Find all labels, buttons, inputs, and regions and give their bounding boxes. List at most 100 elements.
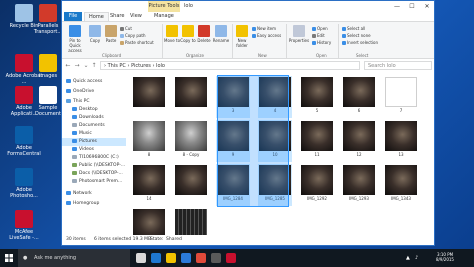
tab-file[interactable]: File xyxy=(64,12,82,21)
file-tile[interactable]: 7 xyxy=(384,76,418,118)
chrome-icon[interactable] xyxy=(196,253,206,263)
up-icon[interactable]: ↑ xyxy=(90,61,98,70)
file-tile[interactable]: 8 - Copy xyxy=(174,120,208,162)
file-name: 7 xyxy=(399,108,403,113)
file-tile[interactable]: 8 xyxy=(132,120,166,162)
desktop-icon[interactable]: Adobe Photosho... xyxy=(4,168,44,199)
history-button[interactable]: History xyxy=(312,40,331,46)
file-tile[interactable]: 11 xyxy=(300,120,334,162)
forward-icon[interactable]: → xyxy=(73,61,81,70)
minimize-button[interactable]: — xyxy=(390,1,404,12)
file-tile[interactable] xyxy=(174,76,208,118)
new-folder-button[interactable]: New folder xyxy=(234,25,250,48)
file-tile[interactable]: 6 xyxy=(342,76,376,118)
volume-icon[interactable]: ♪ xyxy=(415,255,418,261)
nav-item[interactable]: Photosmart Prem... xyxy=(62,178,126,186)
network-icon[interactable]: ▲ xyxy=(406,255,410,261)
status-item-count: 30 items xyxy=(66,237,86,242)
file-explorer-icon[interactable] xyxy=(166,253,176,263)
desktop-icon[interactable]: Adobe FormsCentral xyxy=(4,126,44,157)
select-none-icon xyxy=(342,34,346,38)
edge-icon[interactable] xyxy=(151,253,161,263)
paste-shortcut-button[interactable]: Paste shortcut xyxy=(120,40,154,46)
clock[interactable]: 3:10 PM 8/9/2015 xyxy=(430,249,460,267)
copy-path-icon xyxy=(120,34,124,38)
nav-item[interactable]: Documents xyxy=(62,122,126,130)
properties-button[interactable]: Properties xyxy=(288,25,310,43)
new-item-button[interactable]: New item xyxy=(252,26,276,32)
file-tile[interactable]: IMG_1293 xyxy=(342,164,376,206)
pin-quick-access-button[interactable]: Pin to Quick access xyxy=(64,25,86,53)
copy-path-button[interactable]: Copy path xyxy=(120,33,146,39)
nav-item-label: OneDrive xyxy=(73,89,95,94)
nav-item[interactable]: Public (\\DESKTOP-... xyxy=(62,162,126,170)
edit-button[interactable]: Edit xyxy=(312,33,325,39)
maximize-button[interactable]: ☐ xyxy=(405,1,419,12)
copy-icon xyxy=(89,25,101,37)
acrobat-icon[interactable] xyxy=(226,253,236,263)
tab-view[interactable]: View xyxy=(126,12,146,21)
marquee-selection xyxy=(217,75,289,207)
window-title: lolo xyxy=(184,3,193,9)
file-tile[interactable]: 5 xyxy=(300,76,334,118)
start-button[interactable] xyxy=(0,249,18,267)
back-icon[interactable]: ← xyxy=(64,61,72,70)
image-thumbnail xyxy=(175,77,207,107)
notifications-icon[interactable] xyxy=(464,249,474,267)
nav-item[interactable]: Network xyxy=(62,190,126,198)
nav-item-icon xyxy=(72,138,77,143)
open-button[interactable]: Open xyxy=(312,26,328,32)
tab-manage[interactable]: Manage xyxy=(150,12,178,21)
easy-access-button[interactable]: Easy access xyxy=(252,33,281,39)
nav-item[interactable]: OneDrive xyxy=(62,88,126,96)
paste-button[interactable]: Paste xyxy=(104,25,118,43)
nav-item-icon xyxy=(72,154,77,159)
nav-item[interactable]: Downloads xyxy=(62,114,126,122)
file-name: IMG_1343 xyxy=(391,196,411,201)
store-icon[interactable] xyxy=(181,253,191,263)
file-tile[interactable]: IMG_1292 xyxy=(300,164,334,206)
file-tile[interactable]: 14 xyxy=(132,164,166,206)
desktop-icon[interactable]: McAfee LiveSafe -... xyxy=(4,210,44,241)
copy-to-button[interactable]: Copy to xyxy=(180,25,196,43)
image-thumbnail xyxy=(343,77,375,107)
nav-item[interactable]: Music xyxy=(62,130,126,138)
nav-item[interactable]: Docs (\\DESKTOP-... xyxy=(62,170,126,178)
file-tile[interactable]: 13 xyxy=(384,120,418,162)
file-tile[interactable] xyxy=(132,76,166,118)
search-input[interactable]: Search lolo xyxy=(364,61,432,70)
nav-item-icon xyxy=(66,190,71,195)
nav-item[interactable]: This PC xyxy=(62,98,126,106)
nav-item[interactable]: Pictures xyxy=(62,138,126,146)
move-to-button[interactable]: Move to xyxy=(164,25,180,43)
nav-item[interactable]: Videos xyxy=(62,146,126,154)
task-view-icon[interactable] xyxy=(136,253,146,263)
copy-button[interactable]: Copy xyxy=(88,25,102,43)
file-tile[interactable] xyxy=(174,164,208,206)
taskbar-search[interactable]: ● Ask me anything xyxy=(18,249,130,267)
nav-item[interactable]: Quick access xyxy=(62,78,126,86)
invert-selection-button[interactable]: Invert selection xyxy=(342,40,378,46)
nav-item-icon xyxy=(72,162,77,167)
rename-button[interactable]: Rename xyxy=(212,25,230,43)
delete-button[interactable]: Delete xyxy=(196,25,212,43)
address-path[interactable]: › This PC › Pictures › lolo xyxy=(100,61,360,70)
group-open-label: Open xyxy=(316,53,327,58)
select-none-button[interactable]: Select none xyxy=(342,33,371,39)
file-name: IMG_1293 xyxy=(349,196,369,201)
status-selected: 6 items selected 19.3 MB xyxy=(94,237,152,242)
close-button[interactable]: ✕ xyxy=(420,1,434,12)
cut-button[interactable]: Cut xyxy=(120,26,132,32)
select-all-button[interactable]: Select all xyxy=(342,26,365,32)
nav-item[interactable]: Desktop xyxy=(62,106,126,114)
invert-selection-icon xyxy=(342,41,346,45)
file-name: IMG_1292 xyxy=(307,196,327,201)
file-tile[interactable]: 12 xyxy=(342,120,376,162)
nav-item[interactable]: TI10696800C (C:) xyxy=(62,154,126,162)
file-tile[interactable]: IMG_1343 xyxy=(384,164,418,206)
nav-item[interactable]: Homegroup xyxy=(62,200,126,208)
image-thumbnail xyxy=(301,121,333,151)
chevron-down-icon[interactable]: ⌄ xyxy=(82,61,90,70)
desktop-app-icon xyxy=(39,4,57,22)
calculator-icon[interactable] xyxy=(211,253,221,263)
